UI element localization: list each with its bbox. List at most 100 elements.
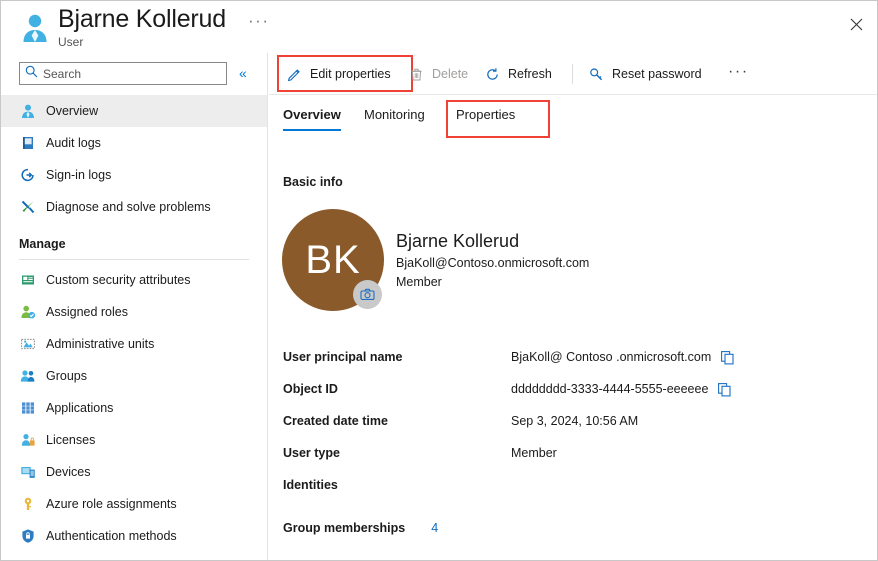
toolbar-divider <box>572 64 573 84</box>
reset-password-label: Reset password <box>612 67 702 81</box>
profile-name: Bjarne Kollerud <box>396 231 520 251</box>
edit-properties-button[interactable]: Edit properties <box>286 61 391 87</box>
property-row-user-principal-name: User principal name BjaKoll@ Contoso .on… <box>283 341 863 373</box>
property-row-identities: Identities <box>283 469 863 501</box>
blade-header: Bjarne Kollerud User ··· <box>1 1 877 53</box>
sidebar-item-label: Devices <box>46 465 91 479</box>
shield-icon <box>19 527 37 545</box>
property-row-user-type: User type Member <box>283 437 863 469</box>
search-icon <box>25 65 38 83</box>
pencil-icon <box>286 66 303 83</box>
sidebar-item-custom-security-attributes[interactable]: Custom security attributes <box>1 264 267 296</box>
sidebar-item-assigned-roles[interactable]: Assigned roles <box>1 296 267 328</box>
applications-icon <box>19 399 37 417</box>
tab-properties[interactable]: Properties <box>456 107 515 129</box>
sidebar-item-administrative-units[interactable]: Administrative units <box>1 328 267 360</box>
sidebar-item-label: Licenses <box>46 433 96 447</box>
property-label: Object ID <box>283 382 338 396</box>
refresh-label: Refresh <box>508 67 552 81</box>
sidebar-item-audit-logs[interactable]: Audit logs <box>1 127 267 159</box>
property-label: User type <box>283 446 340 460</box>
delete-button: Delete <box>408 61 468 87</box>
profile-summary: Bjarne Kollerud BjaKoll@Contoso.onmicros… <box>396 229 589 292</box>
trash-icon <box>408 66 425 83</box>
content-area: Edit properties Delete Refresh Reset pas… <box>269 53 877 560</box>
groups-icon <box>19 367 37 385</box>
sidebar-item-authentication-methods[interactable]: Authentication methods <box>1 520 267 552</box>
wrench-icon <box>19 198 37 216</box>
group-memberships-count[interactable]: 4 <box>431 521 438 535</box>
avatar: BK <box>282 209 384 311</box>
page-title: Bjarne Kollerud <box>58 5 226 33</box>
licenses-icon <box>19 431 37 449</box>
sidebar-item-devices[interactable]: Devices <box>1 456 267 488</box>
administrative-units-icon <box>19 335 37 353</box>
group-memberships-row: Group memberships 4 <box>283 521 438 535</box>
header-more-menu[interactable]: ··· <box>248 11 269 31</box>
sidebar-item-label: Assigned roles <box>46 305 128 319</box>
user-icon <box>19 102 37 120</box>
refresh-button[interactable]: Refresh <box>484 61 552 87</box>
sidebar-item-label: Groups <box>46 369 87 383</box>
sidebar-nav: Overview Audit logs Sign-in logs Diagnos… <box>1 95 267 552</box>
sidebar-item-sign-in-logs[interactable]: Sign-in logs <box>1 159 267 191</box>
property-row-object-id: Object ID dddddddd-3333-4444-5555-eeeeee <box>283 373 863 405</box>
tab-overview[interactable]: Overview <box>283 107 341 131</box>
sidebar-section-manage: Manage <box>19 237 66 251</box>
close-icon[interactable] <box>839 7 873 41</box>
sidebar-item-label: Administrative units <box>46 337 155 351</box>
sidebar: Search « Overview Audit logs Sign-in log… <box>1 53 268 560</box>
sidebar-item-azure-role-assignments[interactable]: Azure role assignments <box>1 488 267 520</box>
copy-icon[interactable] <box>720 350 735 365</box>
sidebar-item-label: Sign-in logs <box>46 168 112 182</box>
sign-in-icon <box>19 166 37 184</box>
property-label: Identities <box>283 478 338 492</box>
property-row-created-date-time: Created date time Sep 3, 2024, 10:56 AM <box>283 405 863 437</box>
sidebar-item-applications[interactable]: Applications <box>1 392 267 424</box>
key-icon <box>588 66 605 83</box>
sidebar-divider <box>19 259 249 260</box>
title-block: Bjarne Kollerud User <box>58 4 226 50</box>
sidebar-item-label: Diagnose and solve problems <box>46 200 211 214</box>
search-input[interactable]: Search <box>19 62 227 85</box>
key-icon <box>19 495 37 513</box>
devices-icon <box>19 463 37 481</box>
sidebar-search-row: Search « <box>1 53 267 93</box>
tab-monitoring[interactable]: Monitoring <box>364 107 425 129</box>
sidebar-item-label: Authentication methods <box>46 529 177 543</box>
user-avatar-icon <box>18 11 52 45</box>
collapse-sidebar-icon[interactable]: « <box>239 65 247 81</box>
assigned-roles-icon <box>19 303 37 321</box>
property-label: Created date time <box>283 414 388 428</box>
sidebar-item-label: Audit logs <box>46 136 101 150</box>
edit-properties-label: Edit properties <box>310 67 391 81</box>
toolbar-more-menu[interactable]: ··· <box>728 63 749 81</box>
sidebar-item-licenses[interactable]: Licenses <box>1 424 267 456</box>
search-placeholder: Search <box>43 66 82 81</box>
page-subtitle: User <box>58 35 84 49</box>
tab-bar: Overview Monitoring Properties <box>269 100 877 141</box>
user-blade: Bjarne Kollerud User ··· Search « Overvi… <box>0 0 878 561</box>
security-attribute-icon <box>19 271 37 289</box>
delete-label: Delete <box>432 67 469 81</box>
audit-log-icon <box>19 134 37 152</box>
sidebar-item-label: Custom security attributes <box>46 273 191 287</box>
basic-info-heading: Basic info <box>283 175 343 189</box>
copy-icon[interactable] <box>717 382 732 397</box>
property-value: dddddddd-3333-4444-5555-eeeeee <box>511 382 709 396</box>
property-value: Sep 3, 2024, 10:56 AM <box>511 414 639 428</box>
reset-password-button[interactable]: Reset password <box>588 61 702 87</box>
sidebar-item-diagnose-and-solve-problems[interactable]: Diagnose and solve problems <box>1 191 267 223</box>
sidebar-item-overview[interactable]: Overview <box>1 95 267 127</box>
sidebar-item-label: Overview <box>46 104 99 118</box>
camera-icon[interactable] <box>353 280 382 309</box>
refresh-icon <box>484 66 501 83</box>
sidebar-item-groups[interactable]: Groups <box>1 360 267 392</box>
property-label: User principal name <box>283 350 403 364</box>
property-value: BjaKoll@ Contoso .onmicrosoft.com <box>511 350 712 364</box>
properties-list: User principal name BjaKoll@ Contoso .on… <box>283 341 863 501</box>
property-value: Member <box>511 446 557 460</box>
command-toolbar: Edit properties Delete Refresh Reset pas… <box>269 53 877 95</box>
group-memberships-label: Group memberships <box>283 521 406 535</box>
sidebar-item-label: Azure role assignments <box>46 497 177 511</box>
